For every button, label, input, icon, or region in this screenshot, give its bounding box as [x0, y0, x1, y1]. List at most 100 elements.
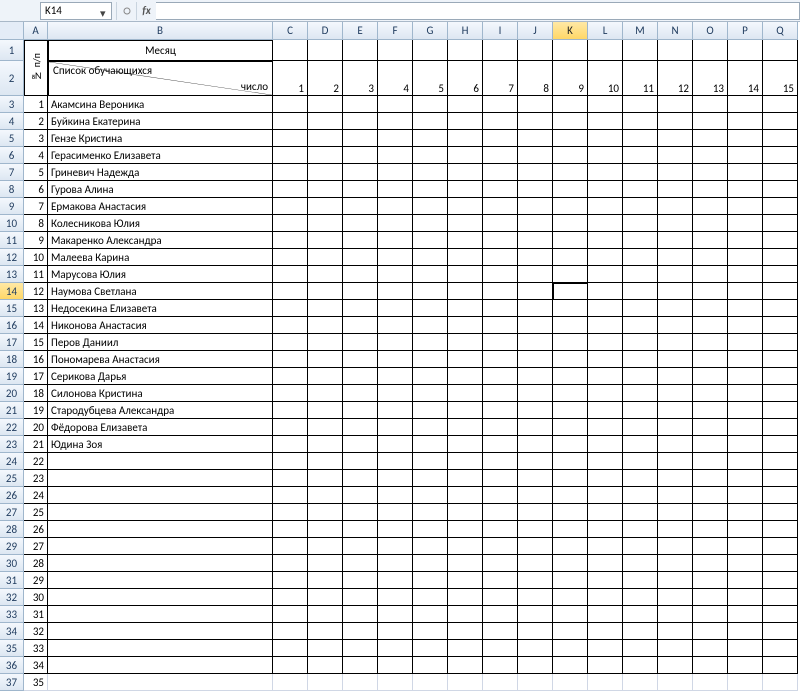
row-header-27[interactable]: 27	[0, 504, 24, 521]
cell-F34[interactable]	[378, 623, 413, 640]
cell-G1[interactable]	[413, 40, 448, 61]
cell-M19[interactable]	[623, 368, 658, 385]
cell-J27[interactable]	[518, 504, 553, 521]
cell-A3[interactable]: 1	[24, 96, 48, 113]
cell-J10[interactable]	[518, 215, 553, 232]
cell-M29[interactable]	[623, 538, 658, 555]
cell-E16[interactable]	[343, 317, 378, 334]
cell-Q13[interactable]	[763, 266, 798, 283]
cell-G15[interactable]	[413, 300, 448, 317]
row-header-31[interactable]: 31	[0, 572, 24, 589]
cell-P33[interactable]	[728, 606, 763, 623]
cell-N34[interactable]	[658, 623, 693, 640]
cell-P32[interactable]	[728, 589, 763, 606]
col-header-K[interactable]: K	[553, 22, 588, 40]
cell-H6[interactable]	[448, 147, 483, 164]
cell-E23[interactable]	[343, 436, 378, 453]
cell-F35[interactable]	[378, 640, 413, 657]
cell-I6[interactable]	[483, 147, 518, 164]
cell-Q34[interactable]	[763, 623, 798, 640]
cell-H4[interactable]	[448, 113, 483, 130]
cell-L37[interactable]	[588, 674, 623, 691]
cell-N14[interactable]	[658, 283, 693, 300]
cell-O17[interactable]	[693, 334, 728, 351]
col-header-H[interactable]: H	[448, 22, 483, 40]
cell-L27[interactable]	[588, 504, 623, 521]
cell-Q4[interactable]	[763, 113, 798, 130]
row-header-30[interactable]: 30	[0, 555, 24, 572]
col-header-N[interactable]: N	[658, 22, 693, 40]
cell-N6[interactable]	[658, 147, 693, 164]
row-header-25[interactable]: 25	[0, 470, 24, 487]
cell-L19[interactable]	[588, 368, 623, 385]
cell-G12[interactable]	[413, 249, 448, 266]
cell-C16[interactable]	[273, 317, 308, 334]
cell-J11[interactable]	[518, 232, 553, 249]
cell-Q8[interactable]	[763, 181, 798, 198]
cell-A28[interactable]: 26	[24, 521, 48, 538]
cell-M16[interactable]	[623, 317, 658, 334]
cell-L1[interactable]	[588, 40, 623, 61]
cell-K27[interactable]	[553, 504, 588, 521]
cell-B19[interactable]: Серикова Дарья	[48, 368, 273, 385]
cell-F20[interactable]	[378, 385, 413, 402]
cell-L16[interactable]	[588, 317, 623, 334]
cell-N35[interactable]	[658, 640, 693, 657]
cell-Q12[interactable]	[763, 249, 798, 266]
cell-L31[interactable]	[588, 572, 623, 589]
cell-Q10[interactable]	[763, 215, 798, 232]
cell-M24[interactable]	[623, 453, 658, 470]
cell-Q32[interactable]	[763, 589, 798, 606]
cell-H35[interactable]	[448, 640, 483, 657]
cell-K8[interactable]	[553, 181, 588, 198]
cell-B17[interactable]: Перов Даниил	[48, 334, 273, 351]
cell-K4[interactable]	[553, 113, 588, 130]
cell-Q37[interactable]	[763, 674, 798, 691]
cell-I5[interactable]	[483, 130, 518, 147]
cell-P24[interactable]	[728, 453, 763, 470]
cell-O22[interactable]	[693, 419, 728, 436]
row-header-21[interactable]: 21	[0, 402, 24, 419]
cell-O18[interactable]	[693, 351, 728, 368]
cell-H1[interactable]	[448, 40, 483, 61]
cell-E27[interactable]	[343, 504, 378, 521]
cell-G7[interactable]	[413, 164, 448, 181]
cell-C7[interactable]	[273, 164, 308, 181]
cell-N3[interactable]	[658, 96, 693, 113]
cell-K12[interactable]	[553, 249, 588, 266]
cell-E28[interactable]	[343, 521, 378, 538]
cell-H29[interactable]	[448, 538, 483, 555]
cell-B21[interactable]: Стародубцева Александра	[48, 402, 273, 419]
cell-K10[interactable]	[553, 215, 588, 232]
cell-M20[interactable]	[623, 385, 658, 402]
cell-P31[interactable]	[728, 572, 763, 589]
cell-P23[interactable]	[728, 436, 763, 453]
cell-K19[interactable]	[553, 368, 588, 385]
cell-F10[interactable]	[378, 215, 413, 232]
cell-G22[interactable]	[413, 419, 448, 436]
cell-C8[interactable]	[273, 181, 308, 198]
row-header-20[interactable]: 20	[0, 385, 24, 402]
cell-N23[interactable]	[658, 436, 693, 453]
cell-B32[interactable]	[48, 589, 273, 606]
cell-I27[interactable]	[483, 504, 518, 521]
cell-F17[interactable]	[378, 334, 413, 351]
cell-D10[interactable]	[308, 215, 343, 232]
cell-N11[interactable]	[658, 232, 693, 249]
cell-L15[interactable]	[588, 300, 623, 317]
cell-B24[interactable]	[48, 453, 273, 470]
cell-N9[interactable]	[658, 198, 693, 215]
cell-G13[interactable]	[413, 266, 448, 283]
cell-B6[interactable]: Герасименко Елизавета	[48, 147, 273, 164]
row-header-28[interactable]: 28	[0, 521, 24, 538]
cell-Q26[interactable]	[763, 487, 798, 504]
cell-H9[interactable]	[448, 198, 483, 215]
cell-O21[interactable]	[693, 402, 728, 419]
cell-H27[interactable]	[448, 504, 483, 521]
cell-J14[interactable]	[518, 283, 553, 300]
cell-K28[interactable]	[553, 521, 588, 538]
row-header-37[interactable]: 37	[0, 674, 24, 691]
cell-F25[interactable]	[378, 470, 413, 487]
cell-G31[interactable]	[413, 572, 448, 589]
cell-O12[interactable]	[693, 249, 728, 266]
